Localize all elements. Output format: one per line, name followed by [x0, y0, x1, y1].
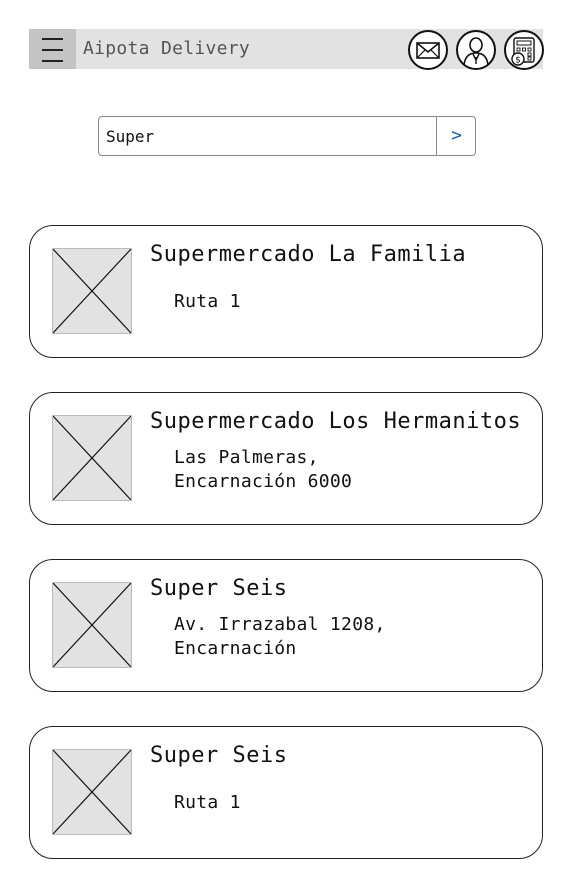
hamburger-menu-icon[interactable] — [29, 29, 76, 69]
store-name: Supermercado La Familia — [150, 242, 467, 267]
search-input[interactable] — [99, 117, 429, 155]
svg-text:$: $ — [515, 56, 521, 66]
store-address: Las Palmeras, Encarnación 6000 — [174, 446, 352, 494]
profile-icon[interactable] — [456, 30, 496, 70]
store-card[interactable]: Supermercado Los Hermanitos Las Palmeras… — [29, 392, 543, 525]
mail-icon[interactable] — [408, 30, 448, 70]
store-name: Super Seis — [150, 576, 288, 601]
menu-bar-line — [42, 60, 63, 62]
store-image-placeholder — [52, 248, 132, 334]
menu-bar-line — [42, 49, 63, 51]
store-address: Ruta 1 — [174, 290, 241, 314]
store-address-line: Las Palmeras, — [174, 447, 319, 468]
store-address-line: Encarnación 6000 — [174, 471, 353, 492]
store-address-line: Encarnación — [174, 638, 297, 659]
calculator-icon[interactable]: $ — [504, 30, 544, 70]
store-address-line: Ruta 1 — [174, 792, 241, 813]
store-name: Supermercado Los Hermanitos — [150, 409, 522, 434]
store-image-placeholder — [52, 415, 132, 501]
app-title: Aipota Delivery — [83, 38, 251, 59]
store-name: Super Seis — [150, 743, 288, 768]
store-image-placeholder — [52, 749, 132, 835]
store-address-line: Ruta 1 — [174, 291, 241, 312]
store-card[interactable]: Super Seis Av. Irrazabal 1208, Encarnaci… — [29, 559, 543, 692]
store-address: Av. Irrazabal 1208, Encarnación — [174, 613, 386, 661]
search-submit-button[interactable]: > — [436, 117, 476, 155]
store-card[interactable]: Supermercado La Familia Ruta 1 — [29, 225, 543, 358]
app-header: Aipota Delivery $ — [29, 29, 544, 70]
store-card[interactable]: Super Seis Ruta 1 — [29, 726, 543, 859]
store-address: Ruta 1 — [174, 791, 241, 815]
store-image-placeholder — [52, 582, 132, 668]
menu-bar-line — [42, 38, 63, 40]
store-address-line: Av. Irrazabal 1208, — [174, 614, 386, 635]
search-box: > — [98, 116, 476, 156]
